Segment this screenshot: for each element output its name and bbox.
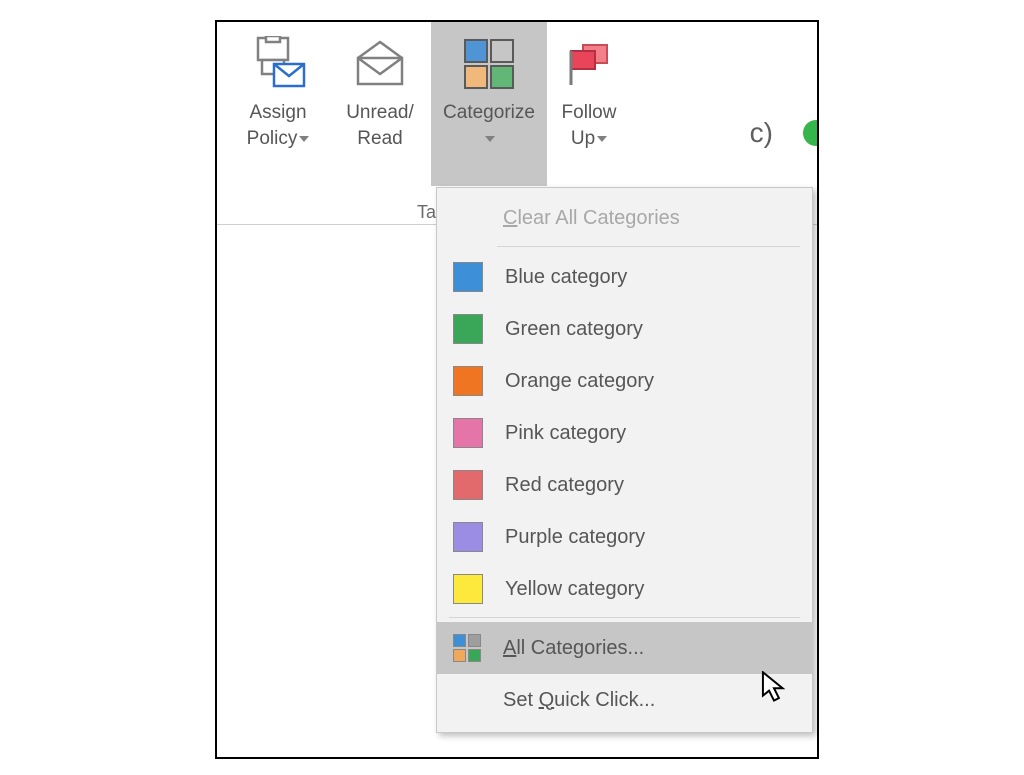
assign-policy-button[interactable]: Assign Policy xyxy=(229,22,327,186)
menu-item-purple[interactable]: Purple category xyxy=(437,511,812,563)
menu-label-all: All Categories... xyxy=(503,637,644,660)
menu-item-orange[interactable]: Orange category xyxy=(437,355,812,407)
flag-icon xyxy=(549,30,629,96)
unread-label-1: Unread/ xyxy=(346,102,414,123)
color-swatch-red xyxy=(453,470,483,500)
menu-label: Purple category xyxy=(505,526,645,549)
menu-separator xyxy=(497,246,800,247)
menu-icon-spacer xyxy=(453,686,481,714)
assign-policy-icon xyxy=(229,30,327,96)
categorize-dropdown-menu: Clear All Categories Blue category Green… xyxy=(436,187,813,733)
all-categories-icon xyxy=(453,634,481,662)
menu-label: Red category xyxy=(505,474,624,497)
dropdown-caret-icon xyxy=(299,136,309,142)
app-frame: Assign Policy Unread/ Read xyxy=(215,20,819,759)
menu-item-red[interactable]: Red category xyxy=(437,459,812,511)
clipped-text: c) xyxy=(750,117,773,149)
ribbon-group-label: Ta xyxy=(417,202,436,223)
menu-label: Blue category xyxy=(505,266,627,289)
dropdown-caret-icon xyxy=(485,136,495,142)
color-swatch-pink xyxy=(453,418,483,448)
menu-label: Green category xyxy=(505,318,643,341)
menu-label: Pink category xyxy=(505,422,626,445)
assign-policy-label-2: Policy xyxy=(247,128,298,149)
menu-item-blue[interactable]: Blue category xyxy=(437,251,812,303)
menu-item-all-categories[interactable]: All Categories... xyxy=(437,622,812,674)
categorize-button[interactable]: Categorize xyxy=(431,22,547,186)
menu-item-pink[interactable]: Pink category xyxy=(437,407,812,459)
menu-item-green[interactable]: Green category xyxy=(437,303,812,355)
menu-icon-spacer xyxy=(453,204,481,232)
followup-label-1: Follow xyxy=(562,102,617,123)
menu-label: Orange category xyxy=(505,370,654,393)
menu-label: Yellow category xyxy=(505,578,644,601)
unread-label-2: Read xyxy=(357,128,402,149)
categorize-label: Categorize xyxy=(443,102,535,123)
envelope-open-icon xyxy=(332,30,428,96)
color-swatch-orange xyxy=(453,366,483,396)
unread-read-button[interactable]: Unread/ Read xyxy=(332,22,428,186)
dropdown-caret-icon xyxy=(597,136,607,142)
categorize-icon xyxy=(431,30,547,96)
menu-label-clear: Clear All Categories xyxy=(503,207,680,230)
menu-separator xyxy=(449,617,800,618)
color-swatch-purple xyxy=(453,522,483,552)
menu-label-quick: Set Quick Click... xyxy=(503,689,655,712)
color-swatch-yellow xyxy=(453,574,483,604)
presence-indicator xyxy=(803,120,817,146)
color-swatch-green xyxy=(453,314,483,344)
follow-up-button[interactable]: Follow Up xyxy=(549,22,629,186)
menu-item-clear-all[interactable]: Clear All Categories xyxy=(437,192,812,244)
menu-item-set-quick-click[interactable]: Set Quick Click... xyxy=(437,674,812,726)
followup-label-2: Up xyxy=(571,128,595,149)
right-edge-clip: c) xyxy=(750,117,817,149)
assign-policy-label-1: Assign xyxy=(249,102,306,123)
menu-item-yellow[interactable]: Yellow category xyxy=(437,563,812,615)
color-swatch-blue xyxy=(453,262,483,292)
